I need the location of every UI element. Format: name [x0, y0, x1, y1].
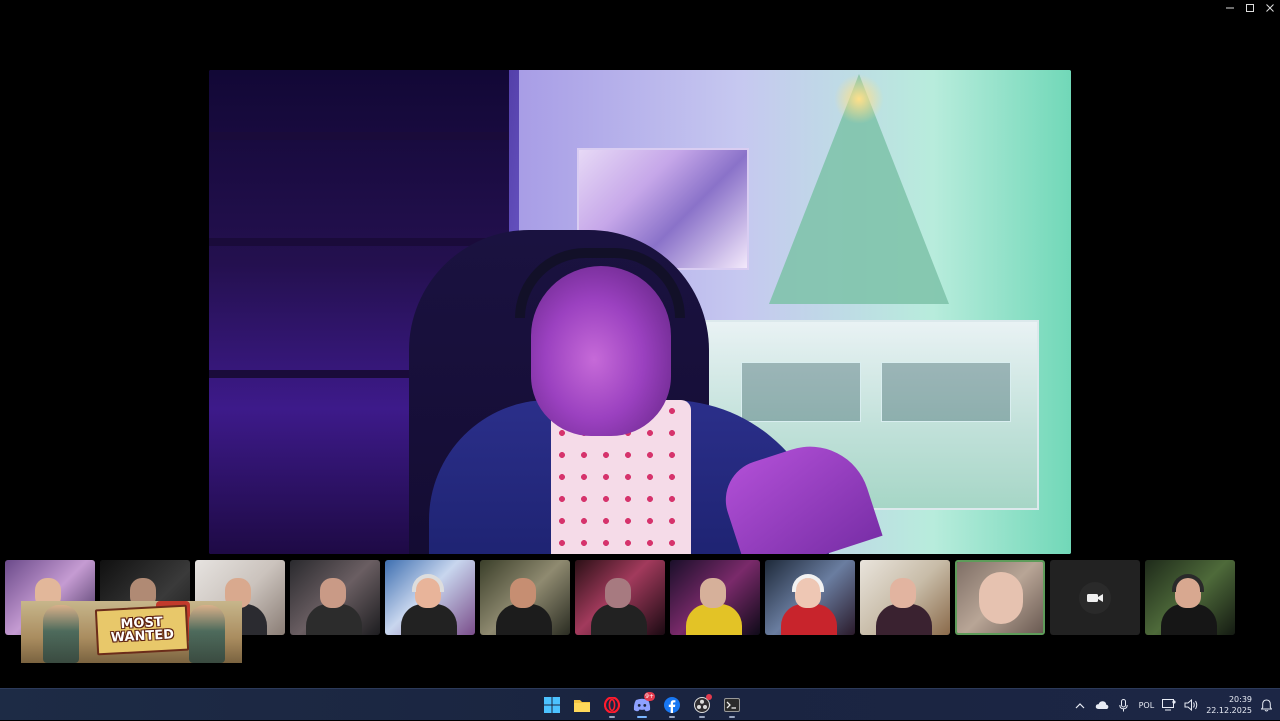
most-wanted-poster: MOST WANTED — [94, 604, 190, 656]
volume-tray-button[interactable] — [1180, 691, 1202, 719]
clock-time: 20:39 — [1228, 695, 1252, 704]
taskbar: 9+ POL 20:39 22.12.2025 — [0, 688, 1280, 720]
participant-tile[interactable] — [670, 560, 760, 635]
discord-notification-badge: 9+ — [644, 692, 655, 701]
participant-tile[interactable] — [290, 560, 380, 635]
participant-tile-camera-off[interactable] — [1050, 560, 1140, 635]
tree-lights — [834, 74, 884, 124]
maximize-button[interactable] — [1240, 0, 1260, 16]
minimize-button[interactable] — [1220, 0, 1240, 16]
language-button[interactable]: POL — [1135, 691, 1159, 719]
microphone-tray-button[interactable] — [1113, 691, 1135, 719]
discord-button[interactable]: 9+ — [629, 691, 655, 719]
notifications-button[interactable] — [1258, 691, 1280, 719]
participant-tile[interactable] — [1145, 560, 1235, 635]
camera-icon — [1079, 582, 1111, 614]
participant-tile[interactable] — [765, 560, 855, 635]
network-icon — [1162, 699, 1176, 711]
close-icon — [1266, 4, 1274, 12]
facebook-icon — [664, 697, 680, 713]
shelf-board — [209, 132, 509, 140]
opera-button[interactable] — [599, 691, 625, 719]
show-hidden-icons-button[interactable] — [1069, 691, 1091, 719]
cabinet-shelf — [881, 362, 1011, 422]
bell-icon — [1260, 698, 1272, 711]
cloud-sync-icon — [1095, 701, 1108, 709]
chevron-up-icon — [1075, 702, 1085, 708]
onedrive-tray-button[interactable] — [1091, 691, 1113, 719]
main-speaker-video[interactable] — [209, 70, 1071, 554]
participant-tile[interactable] — [860, 560, 950, 635]
shelf-board — [209, 238, 509, 246]
stream-overlay-banner: MOST WANTED — [21, 601, 242, 663]
taskbar-apps: 9+ — [539, 689, 745, 721]
speaker-volume-icon — [1184, 699, 1198, 711]
system-tray: POL 20:39 22.12.2025 — [1069, 689, 1280, 721]
poster-line-2: WANTED — [110, 627, 175, 646]
window-controls — [1220, 0, 1280, 16]
obs-recording-dot — [706, 694, 712, 700]
overlay-character — [43, 605, 79, 663]
participant-tile[interactable] — [385, 560, 475, 635]
close-button[interactable] — [1260, 0, 1280, 16]
overlay-character — [189, 605, 225, 663]
opera-icon — [604, 697, 620, 713]
cabinet-shelf — [741, 362, 861, 422]
participant-tile-active[interactable] — [955, 560, 1045, 635]
microphone-icon — [1119, 698, 1128, 711]
network-tray-button[interactable] — [1158, 691, 1180, 719]
clock-date: 22.12.2025 — [1206, 706, 1252, 715]
windows-start-icon — [544, 697, 560, 713]
file-explorer-button[interactable] — [569, 691, 595, 719]
minimize-icon — [1226, 7, 1234, 9]
terminal-icon — [724, 698, 740, 712]
folder-icon — [574, 699, 590, 712]
clock[interactable]: 20:39 22.12.2025 — [1202, 694, 1258, 716]
facebook-button[interactable] — [659, 691, 685, 719]
terminal-button[interactable] — [719, 691, 745, 719]
participant-tile[interactable] — [480, 560, 570, 635]
participant-tile[interactable] — [575, 560, 665, 635]
maximize-icon — [1246, 4, 1254, 12]
start-button[interactable] — [539, 691, 565, 719]
obs-button[interactable] — [689, 691, 715, 719]
video-call-window: MOST WANTED — [0, 0, 1280, 688]
